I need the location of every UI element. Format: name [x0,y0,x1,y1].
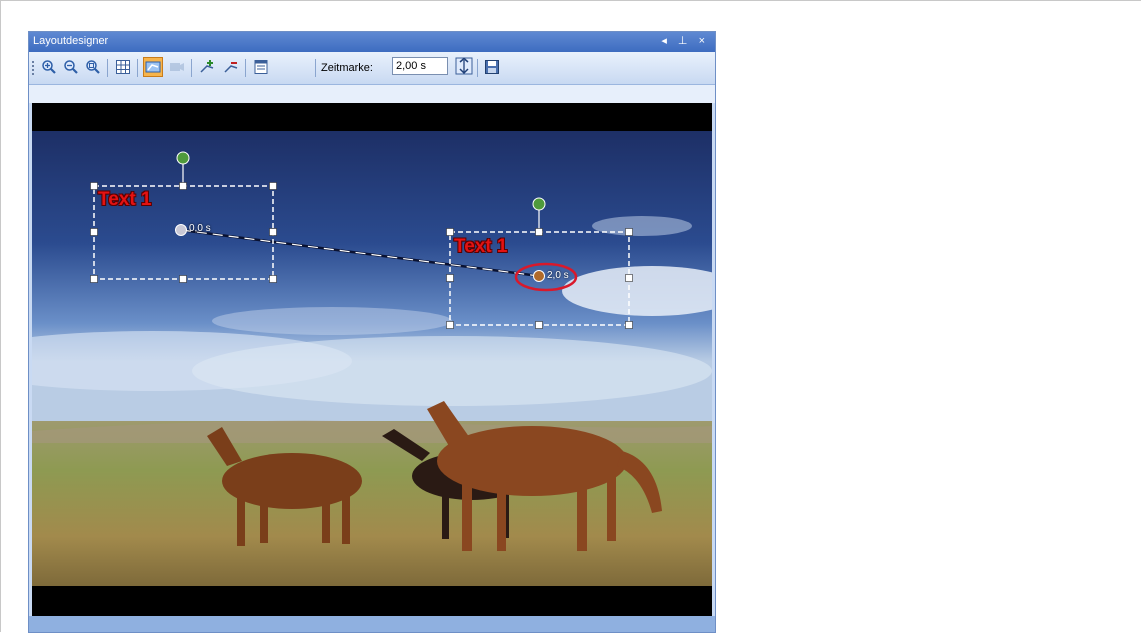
window-bottom-band [29,616,715,632]
motion-path-icon[interactable] [143,57,163,77]
toolbar-separator [137,59,138,77]
layoutdesigner-window: Layoutdesigner ◂ ⊥ × Zeitmarke: 2,00 s T… [28,31,716,633]
zeitmarke-input[interactable]: 2,00 s [392,57,448,75]
toolbar-grip[interactable] [32,61,34,75]
toolbar-separator [315,59,316,77]
save-icon[interactable] [482,57,502,77]
add-keyframe-icon[interactable] [197,57,217,77]
letterbox-top [32,103,712,131]
zoom-out-icon[interactable] [61,57,81,77]
zeitmarke-label: Zeitmarke: [321,62,373,74]
text-object-2[interactable]: Text 1 [454,236,508,258]
toolbar-separator [107,59,108,77]
grid-icon[interactable] [113,57,133,77]
window-title: Layoutdesigner [33,35,109,47]
keyframe-marker[interactable] [533,270,545,282]
window-controls[interactable]: ◂ ⊥ × [661,34,709,47]
titlebar: Layoutdesigner ◂ ⊥ × [29,32,715,52]
layout-canvas[interactable]: Text 1 Text 1 0,0 s 2,0 s [32,103,712,616]
time-apply-icon[interactable] [454,56,474,76]
text-object-1[interactable]: Text 1 [98,189,152,211]
remove-keyframe-icon[interactable] [221,57,241,77]
zoom-in-icon[interactable] [39,57,59,77]
toolbar-separator [477,59,478,77]
letterbox-bottom [32,586,712,616]
keyframe-label-end: 2,0 s [547,270,569,281]
camera-icon[interactable] [167,57,187,77]
toolbar-separator [191,59,192,77]
zoom-fit-icon[interactable] [83,57,103,77]
toolbar-separator [245,59,246,77]
keyframe-marker[interactable] [175,224,187,236]
properties-icon[interactable] [251,57,271,77]
toolbar: Zeitmarke: 2,00 s [29,52,715,85]
keyframe-label-start: 0,0 s [189,223,211,234]
canvas-header-strip [29,85,715,103]
